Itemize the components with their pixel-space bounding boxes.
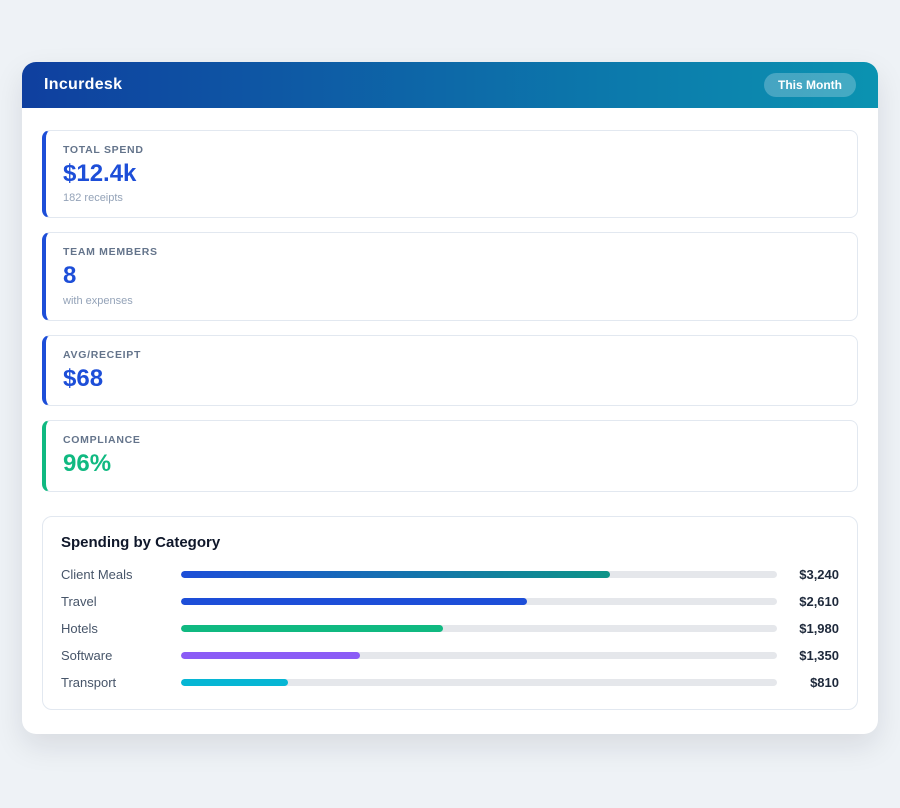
stat-value: 96% bbox=[63, 450, 112, 478]
app-title: Incurdesk bbox=[44, 76, 123, 93]
stat-card-total-spend: TOTAL SPEND $12.4k 182 receipts bbox=[42, 130, 858, 219]
category-label: Transport bbox=[61, 674, 117, 690]
stat-subtext: with expenses bbox=[63, 294, 133, 307]
chart-row-travel: Travel $2,610 bbox=[61, 594, 839, 610]
stat-card-avg-receipt: AVG/RECEIPT $68 bbox=[42, 334, 858, 407]
chart-row-software: Software $1,350 bbox=[61, 648, 839, 664]
bar-fill bbox=[181, 652, 360, 660]
bar-fill bbox=[181, 679, 289, 687]
stat-value: 8 bbox=[63, 262, 77, 290]
bar-track bbox=[181, 625, 777, 633]
bar-track bbox=[181, 652, 777, 660]
panel-title: Spending by Category bbox=[61, 533, 221, 551]
category-value: $2,610 bbox=[799, 594, 839, 610]
dashboard-card: Incurdesk This Month TOTAL SPEND $12.4k … bbox=[22, 62, 878, 734]
period-badge[interactable]: This Month bbox=[764, 73, 856, 97]
category-label: Travel bbox=[61, 593, 97, 609]
category-label: Software bbox=[61, 647, 113, 663]
stat-card-team-members: TEAM MEMBERS 8 with expenses bbox=[42, 232, 858, 321]
stat-value: $68 bbox=[63, 364, 104, 392]
stat-card-compliance: COMPLIANCE 96% bbox=[42, 420, 858, 492]
bar-fill bbox=[181, 625, 444, 633]
stat-label: TEAM MEMBERS bbox=[63, 246, 158, 259]
stat-value: $12.4k bbox=[63, 160, 137, 187]
bar-track bbox=[181, 571, 777, 579]
stat-label: AVG/RECEIPT bbox=[63, 348, 142, 361]
stat-subtext: 182 receipts bbox=[63, 192, 123, 205]
bar-fill bbox=[181, 571, 611, 579]
bar-track bbox=[181, 598, 777, 606]
category-value: $3,240 bbox=[799, 567, 839, 583]
bar-fill bbox=[181, 598, 527, 606]
app-header: Incurdesk This Month bbox=[22, 62, 878, 108]
category-value: $810 bbox=[810, 675, 839, 691]
chart-row-client-meals: Client Meals $3,240 bbox=[61, 567, 839, 583]
chart-row-hotels: Hotels $1,980 bbox=[61, 621, 839, 637]
category-label: Hotels bbox=[61, 620, 98, 636]
spending-by-category-panel: Spending by Category Client Meals $3,240… bbox=[42, 515, 858, 710]
stat-label: COMPLIANCE bbox=[63, 434, 141, 447]
category-label: Client Meals bbox=[61, 566, 133, 582]
stat-label: TOTAL SPEND bbox=[63, 144, 144, 156]
chart-row-transport: Transport $810 bbox=[61, 675, 839, 691]
bar-track bbox=[181, 679, 777, 687]
category-value: $1,980 bbox=[799, 621, 839, 637]
dashboard-body: TOTAL SPEND $12.4k 182 receipts TEAM MEM… bbox=[22, 108, 878, 734]
category-value: $1,350 bbox=[799, 648, 839, 664]
